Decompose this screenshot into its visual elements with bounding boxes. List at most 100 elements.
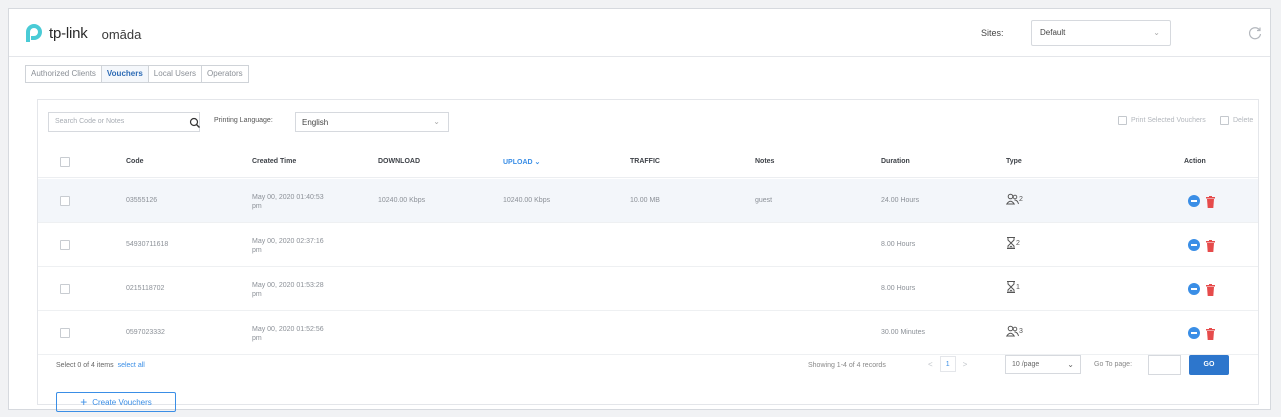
page-number[interactable]: 1 [939,356,956,372]
records-summary: Showing 1-4 of 4 records [808,362,886,369]
tab-vouchers[interactable]: Vouchers [101,66,149,82]
site-select[interactable]: Default ⌄ [1031,20,1171,46]
print-selected-button[interactable]: Print Selected Vouchers [1118,116,1206,125]
brand-logo[interactable]: tp-link omāda [23,22,141,44]
goto-page-input[interactable] [1148,355,1181,375]
column-code[interactable]: Code [126,158,144,165]
sites-label: Sites: [981,28,1004,38]
cell-created-time: May 00, 2020 01:40:53 pm [252,194,324,210]
users-icon [1006,193,1019,205]
refresh-icon[interactable] [1247,25,1263,41]
cell-code: 03555126 [126,197,158,204]
next-page-icon[interactable]: > [956,360,975,369]
tab-authorized-clients[interactable]: Authorized Clients [26,66,102,82]
pagination: < 1 > [921,356,974,372]
tab-bar: Authorized Clients Vouchers Local Users … [25,65,249,83]
hourglass-icon [1007,237,1015,249]
logo-text: tp-link [49,24,88,42]
printing-language-select[interactable]: English ⌄ [295,112,449,132]
delete-voucher-icon[interactable] [1206,327,1215,340]
cell-traffic: 10.00 MB [630,197,660,204]
app-frame: tp-link omāda Sites: Default ⌄ Authorize… [8,8,1271,412]
column-traffic[interactable]: TRAFFIC [630,158,660,165]
column-upload-label: UPLOAD [503,159,533,166]
print-voucher-icon[interactable] [1188,195,1200,207]
type-count: 2 [1019,195,1023,203]
product-name: omāda [101,26,142,42]
cell-created-time: May 00, 2020 02:37:16 pm [252,238,324,254]
selected-count-text: Select 0 of 4 items [56,362,114,369]
cell-type: 2 [1006,193,1023,205]
cell-duration: 30.00 Minutes [881,329,925,336]
cell-duration: 24.00 Hours [881,197,920,204]
go-button[interactable]: GO [1189,355,1229,375]
selection-summary: Select 0 of 4 items select all [56,362,145,369]
chevron-down-icon: ⌄ [1067,360,1074,369]
trash-icon [1220,116,1229,125]
column-type: Type [1006,158,1022,165]
column-download[interactable]: DOWNLOAD [378,158,420,165]
row-checkbox[interactable] [60,284,70,294]
delete-button[interactable]: Delete [1220,116,1253,125]
delete-voucher-icon[interactable] [1206,195,1215,208]
plus-icon: + [80,395,88,409]
type-count: 2 [1016,239,1020,247]
cell-duration: 8.00 Hours [881,241,916,248]
row-checkbox[interactable] [60,328,70,338]
row-checkbox[interactable] [60,196,70,206]
cell-notes: guest [755,197,773,204]
cell-created-time: May 00, 2020 01:52:56 pm [252,326,324,342]
select-all-link[interactable]: select all [118,362,145,369]
hourglass-icon [1007,281,1015,293]
cell-code: 0215118702 [126,285,165,292]
table-row: 03555126 May 00, 2020 01:40:53 pm 10240.… [38,179,1258,223]
column-created-time[interactable]: Created Time [252,158,296,165]
type-count: 1 [1016,283,1020,291]
cell-type: 3 [1006,325,1023,337]
tab-operators[interactable]: Operators [202,66,248,82]
chevron-down-icon: ⌄ [1153,28,1160,37]
table-header: Code Created Time DOWNLOAD UPLOAD ⌄ TRAF… [38,144,1258,178]
cell-duration: 8.00 Hours [881,285,916,292]
chevron-down-icon: ⌄ [433,117,440,126]
top-header: tp-link omāda Sites: Default ⌄ [9,9,1270,57]
cell-type: 1 [1006,281,1020,293]
cell-download: 10240.00 Kbps [378,197,426,204]
site-select-value: Default [1040,28,1066,37]
column-upload[interactable]: UPLOAD ⌄ [503,158,540,166]
column-action: Action [1184,158,1206,165]
print-voucher-icon[interactable] [1188,239,1200,251]
table-row: 0215118702 May 00, 2020 01:53:28 pm 8.00… [38,267,1258,311]
page-size-select[interactable]: 10 /page ⌄ [1005,355,1081,374]
type-count: 3 [1019,327,1023,335]
cell-created-time: May 00, 2020 01:53:28 pm [252,282,324,298]
column-notes[interactable]: Notes [755,158,774,165]
search-icon[interactable] [189,116,201,128]
create-vouchers-button[interactable]: + Create Vouchers [56,392,176,412]
goto-page-label: Go To page: [1094,361,1133,368]
select-all-checkbox[interactable] [60,157,70,167]
tab-local-users[interactable]: Local Users [149,66,203,82]
prev-page-icon[interactable]: < [921,360,940,369]
table-row: 0597023332 May 00, 2020 01:52:56 pm 30.0… [38,311,1258,355]
cell-upload: 10240.00 Kbps [503,197,551,204]
sort-down-icon: ⌄ [534,159,541,166]
tp-link-logo-icon [23,22,45,44]
delete-label: Delete [1233,117,1254,124]
search-input[interactable]: Search Code or Notes [48,112,200,132]
row-checkbox[interactable] [60,240,70,250]
print-voucher-icon[interactable] [1188,283,1200,295]
cell-code: 0597023332 [126,329,165,336]
column-duration[interactable]: Duration [881,158,910,165]
create-vouchers-label: Create Vouchers [92,397,152,407]
cell-type: 2 [1006,237,1020,249]
delete-voucher-icon[interactable] [1206,283,1215,296]
cell-code: 54930711618 [126,241,169,248]
search-placeholder: Search Code or Notes [55,118,125,125]
table-row: 54930711618 May 00, 2020 02:37:16 pm 8.0… [38,223,1258,267]
printing-language-label: Printing Language: [214,117,273,124]
delete-voucher-icon[interactable] [1206,239,1215,252]
print-voucher-icon[interactable] [1188,327,1200,339]
page-size-value: 10 /page [1012,361,1040,368]
print-selected-label: Print Selected Vouchers [1131,117,1206,124]
